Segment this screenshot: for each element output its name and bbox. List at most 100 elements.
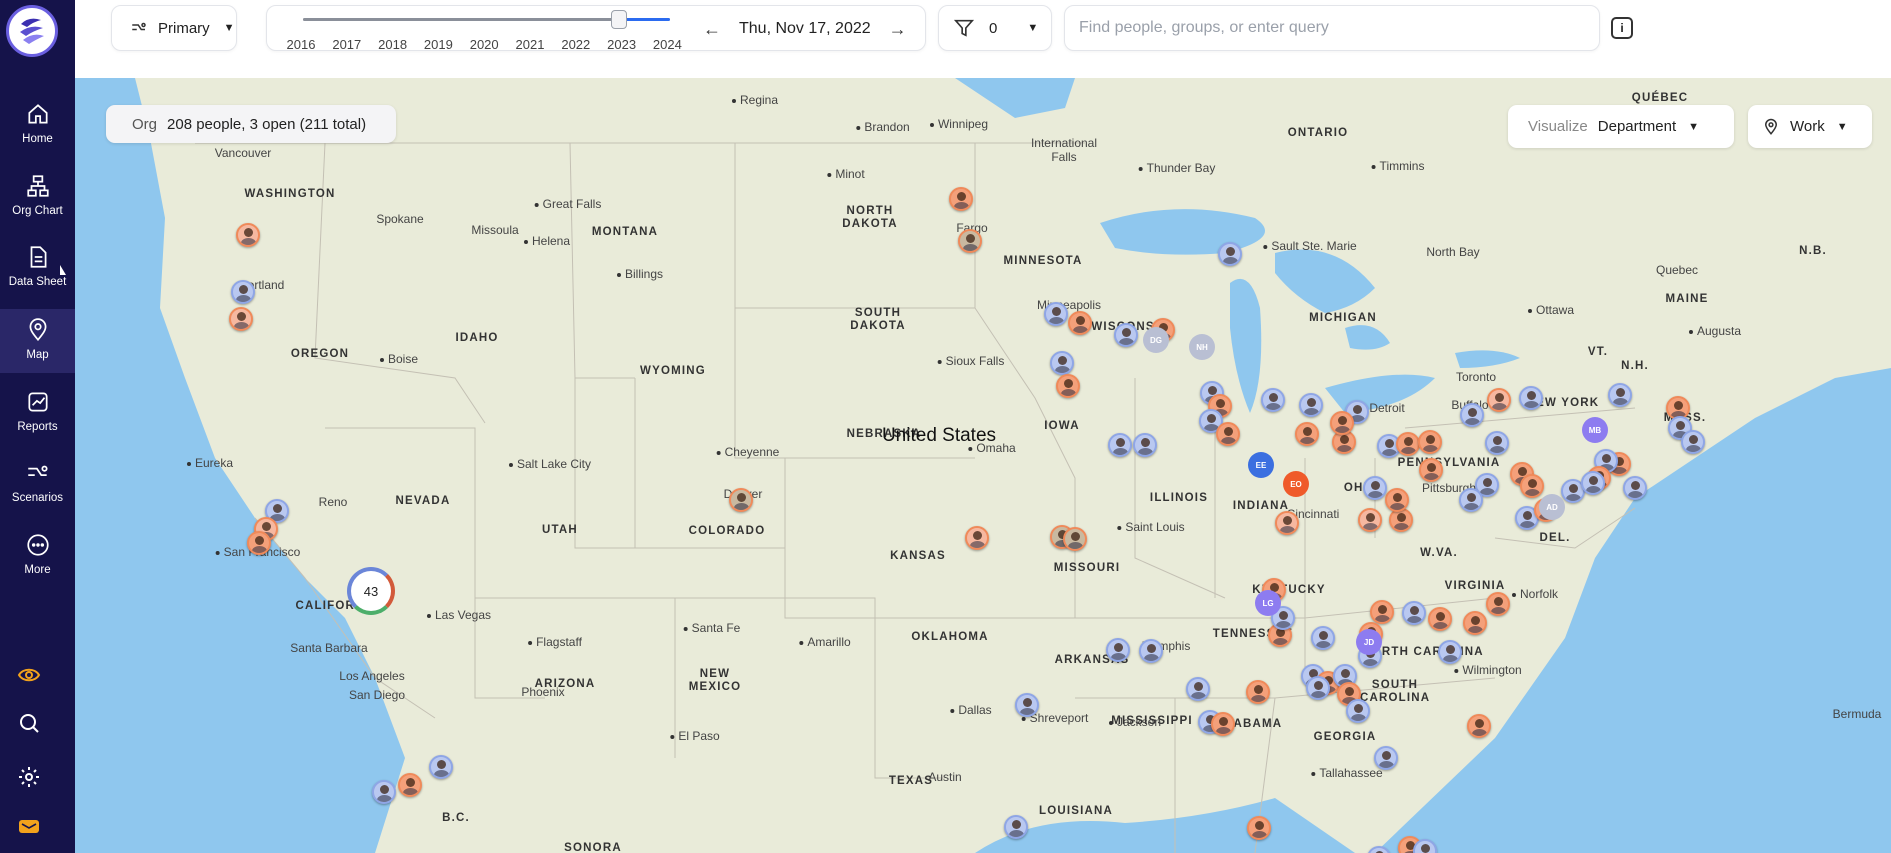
timeline-year-label[interactable]: 2022 <box>561 37 590 52</box>
person-avatar-marker[interactable] <box>958 229 982 253</box>
person-avatar-marker[interactable] <box>965 526 989 550</box>
settings-gear-icon[interactable] <box>15 763 43 791</box>
person-avatar-marker[interactable] <box>1460 403 1484 427</box>
filter-dropdown[interactable]: 0 ▼ <box>938 5 1052 51</box>
person-avatar-marker[interactable] <box>1216 422 1240 446</box>
person-avatar-marker[interactable] <box>1418 430 1442 454</box>
location-mode-dropdown[interactable]: Work ▼ <box>1748 105 1872 148</box>
person-avatar-marker[interactable] <box>1520 474 1544 498</box>
person-avatar-marker[interactable] <box>1063 527 1087 551</box>
visualize-dropdown[interactable]: Visualize Department ▼ <box>1508 105 1734 148</box>
person-avatar-marker[interactable] <box>1396 432 1420 456</box>
timeline-year-label[interactable]: 2016 <box>287 37 316 52</box>
person-avatar-marker[interactable] <box>1358 508 1382 532</box>
person-avatar-marker[interactable] <box>1419 458 1443 482</box>
search-input[interactable] <box>1079 19 1579 37</box>
timeline-year-label[interactable]: 2017 <box>332 37 361 52</box>
person-avatar-marker[interactable] <box>1299 393 1323 417</box>
person-avatar-marker[interactable] <box>247 531 271 555</box>
person-avatar-marker[interactable] <box>1139 639 1163 663</box>
person-avatar-marker[interactable] <box>398 773 422 797</box>
sidebar-item-org-chart[interactable]: Org Chart <box>0 165 75 229</box>
person-avatar-marker[interactable] <box>1681 430 1705 454</box>
search-icon[interactable] <box>15 709 43 737</box>
person-avatar-marker[interactable] <box>1608 383 1632 407</box>
person-avatar-marker[interactable] <box>1581 471 1605 495</box>
person-initials-marker[interactable]: EO <box>1283 471 1309 497</box>
timeline-year-label[interactable]: 2023 <box>607 37 636 52</box>
previous-date-arrow-icon[interactable]: ← <box>703 19 721 40</box>
sidebar-item-map[interactable]: Map <box>0 309 75 373</box>
person-avatar-marker[interactable] <box>1261 388 1285 412</box>
person-initials-marker[interactable]: JD <box>1356 629 1382 655</box>
person-avatar-marker[interactable] <box>949 187 973 211</box>
current-date[interactable]: Thu, Nov 17, 2022 <box>739 20 871 38</box>
timeline-slider-track[interactable] <box>303 10 670 29</box>
person-avatar-marker[interactable] <box>1487 388 1511 412</box>
person-avatar-marker[interactable] <box>1330 411 1354 435</box>
timeline-year-label[interactable]: 2021 <box>516 37 545 52</box>
person-initials-marker[interactable]: AD <box>1539 494 1565 520</box>
person-avatar-marker[interactable] <box>1211 712 1235 736</box>
person-avatar-marker[interactable] <box>236 223 260 247</box>
person-avatar-marker[interactable] <box>1463 611 1487 635</box>
timeline-year-label[interactable]: 2019 <box>424 37 453 52</box>
person-avatar-marker[interactable] <box>1467 714 1491 738</box>
timeline-slider-handle[interactable] <box>610 10 627 29</box>
sidebar-item-reports[interactable]: Reports <box>0 381 75 445</box>
person-avatar-marker[interactable] <box>1068 311 1092 335</box>
person-avatar-marker[interactable] <box>1295 422 1319 446</box>
notifications-icon[interactable] <box>15 812 43 840</box>
sidebar-item-more[interactable]: More <box>0 524 75 588</box>
person-avatar-marker[interactable] <box>1389 508 1413 532</box>
sidebar-item-home[interactable]: Home <box>0 93 75 157</box>
person-avatar-marker[interactable] <box>1218 242 1242 266</box>
person-avatar-marker[interactable] <box>1374 746 1398 770</box>
timeline-year-label[interactable]: 2020 <box>470 37 499 52</box>
sidebar-item-scenarios[interactable]: Scenarios <box>0 452 75 516</box>
timeline-year-label[interactable]: 2024 <box>653 37 682 52</box>
person-avatar-marker[interactable] <box>1133 433 1157 457</box>
person-avatar-marker[interactable] <box>229 307 253 331</box>
person-initials-marker[interactable]: DG <box>1143 327 1169 353</box>
person-avatar-marker[interactable] <box>1306 676 1330 700</box>
watch-eye-icon[interactable] <box>15 661 43 689</box>
person-avatar-marker[interactable] <box>1015 693 1039 717</box>
person-avatar-marker[interactable] <box>1050 351 1074 375</box>
person-initials-marker[interactable]: LG <box>1255 590 1281 616</box>
person-avatar-marker[interactable] <box>1108 433 1132 457</box>
person-avatar-marker[interactable] <box>1106 638 1130 662</box>
person-avatar-marker[interactable] <box>1056 374 1080 398</box>
person-avatar-marker[interactable] <box>1004 815 1028 839</box>
person-avatar-marker[interactable] <box>1186 677 1210 701</box>
person-initials-marker[interactable]: EE <box>1248 452 1274 478</box>
person-avatar-marker[interactable] <box>1428 607 1452 631</box>
person-avatar-marker[interactable] <box>1623 476 1647 500</box>
map-view[interactable]: WASHINGTON MONTANA NORTH DAKOTA MINNESOT… <box>75 78 1891 853</box>
person-avatar-marker[interactable] <box>1385 488 1409 512</box>
person-avatar-marker[interactable] <box>1370 600 1394 624</box>
app-logo[interactable] <box>6 5 58 57</box>
person-avatar-marker[interactable] <box>1114 323 1138 347</box>
person-avatar-marker[interactable] <box>231 280 255 304</box>
person-avatar-marker[interactable] <box>1438 640 1462 664</box>
person-avatar-marker[interactable] <box>1459 488 1483 512</box>
person-avatar-marker[interactable] <box>372 780 396 804</box>
person-avatar-marker[interactable] <box>1346 699 1370 723</box>
person-avatar-marker[interactable] <box>1363 476 1387 500</box>
person-avatar-marker[interactable] <box>1247 816 1271 840</box>
person-avatar-marker[interactable] <box>429 755 453 779</box>
person-avatar-marker[interactable] <box>1486 592 1510 616</box>
person-avatar-marker[interactable] <box>1044 302 1068 326</box>
person-avatar-marker[interactable] <box>1519 386 1543 410</box>
info-icon[interactable]: i <box>1611 17 1633 39</box>
person-initials-marker[interactable]: MB <box>1582 417 1608 443</box>
person-avatar-marker[interactable] <box>729 488 753 512</box>
person-avatar-marker[interactable] <box>1485 431 1509 455</box>
person-avatar-marker[interactable] <box>1311 626 1335 650</box>
location-cluster-marker[interactable]: 43 <box>347 567 395 615</box>
next-date-arrow-icon[interactable]: → <box>889 19 907 40</box>
person-avatar-marker[interactable] <box>1275 511 1299 535</box>
person-initials-marker[interactable]: NH <box>1189 334 1215 360</box>
timeline-year-label[interactable]: 2018 <box>378 37 407 52</box>
